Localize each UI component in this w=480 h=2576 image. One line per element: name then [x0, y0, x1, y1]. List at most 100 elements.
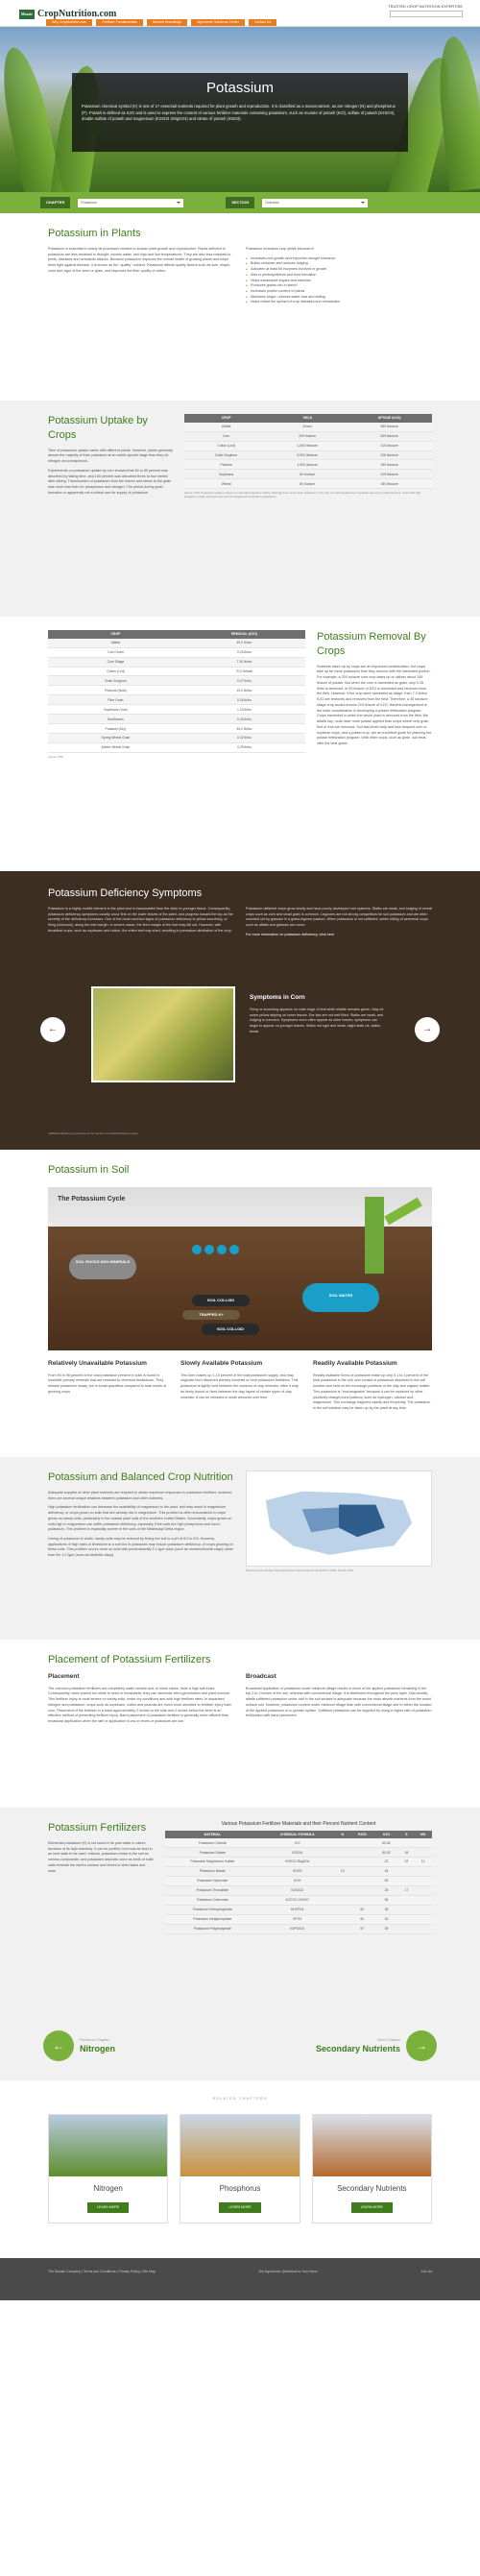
deficiency-caption: Additional deficiency symptoms can be fo…	[48, 1131, 139, 1136]
table-row: Potatoes (Dry) 54.0 lb/ton	[48, 723, 305, 735]
chapter-select[interactable]: Potassium	[78, 198, 184, 207]
nav-item-contact[interactable]: Contact Us	[248, 19, 277, 26]
removal-title: Potassium Removal By Crops	[317, 631, 426, 657]
balanced-text-1: Adequate supplies of other plant nutrien…	[48, 1490, 232, 1500]
us-soil-map	[246, 1470, 432, 1567]
related-card-secondary[interactable]: Secondary Nutrients LEARN MORE	[311, 2114, 432, 2224]
plants-title: Potassium in Plants	[48, 228, 141, 239]
placement-title: Placement of Potassium Fertilizers	[48, 1654, 211, 1665]
column-header: UPTAKE (K2O)	[347, 414, 432, 423]
table-row: Winter Wheat Grain 0.29 lb/bu	[48, 742, 305, 754]
table-row: Corn Grain 0.25 lb/bu	[48, 647, 305, 658]
nav-item-fundamentals[interactable]: Fertilizer Fundamentals	[96, 19, 143, 26]
uptake-table: CROP YIELD UPTAKE (K2O) Alfalfa 8 tons 480 l…	[184, 414, 432, 490]
section-select[interactable]: Overview	[262, 198, 369, 207]
next-chapter-name: Secondary Nutrients	[315, 2043, 400, 2054]
trapped-k-label: TRAPPED K+	[182, 1309, 240, 1320]
nav-item-why[interactable]: Why CropNutrition.com	[46, 19, 93, 26]
section-label: SECTION	[226, 197, 255, 208]
table-row: Grain Sorghum 8,000 lbs/acre 226 lbs/acre	[184, 450, 432, 461]
next-chapter-link[interactable]: Next Chapter Secondary Nutrients →	[316, 2030, 437, 2061]
deficiency-title: Potassium Deficiency Symptoms	[48, 887, 203, 899]
related-card-nitrogen[interactable]: Nitrogen LEARN MORE	[48, 2114, 169, 2224]
slow-title: Slowly Available Potassium	[180, 1359, 263, 1367]
plants-section: Potassium in Plants Potassium is essenti…	[0, 213, 480, 401]
balanced-title: Potassium and Balanced Crop Nutrition	[48, 1471, 233, 1483]
table-row: Potassium Sulfate K2SO4 50-52 18	[165, 1847, 432, 1859]
tagline: TRUSTED CROP NUTRITION EXPERTISE	[388, 4, 463, 9]
deficiency-section: Potassium Deficiency Symptoms Potassium …	[0, 871, 480, 1150]
fertilizers-table-title: Various Potassium Fertilizer Materials a…	[221, 1821, 376, 1827]
site-footer: The Mosaic Company | Terms and Condition…	[0, 2258, 480, 2300]
table-row: Rice Grain 0.26 lb/bu	[48, 694, 305, 706]
table-row: Potassium Nitrate KNO3 13 44	[165, 1866, 432, 1878]
ready-text: Readily available forms of potassium mak…	[313, 1373, 431, 1411]
fertilizers-section: Potassium Fertilizers Elemental potassiu…	[0, 1808, 480, 2011]
plants-list-intro: Potassium increases crop yields because …	[246, 246, 315, 251]
table-row: Soybeans 60 bu/acre 129 lbs/acre	[184, 469, 432, 480]
broadcast-sub: Broadcast	[246, 1672, 276, 1680]
table-row: Cotton (Lint) 1,500 lbs/acre 215 lbs/acre	[184, 441, 432, 451]
nav-item-knowledge[interactable]: Nutrient Knowledge	[146, 19, 188, 26]
footer-join[interactable]: Join Us	[420, 2270, 432, 2289]
learn-more-button[interactable]: LEARN MORE	[87, 2202, 130, 2213]
hero-text: Potassium chemical symbol (K) is one of …	[82, 104, 396, 121]
placement-text: The common potassium fertilizers are com…	[48, 1686, 231, 1724]
table-row: Potassium Polyphosphate K5P3O10 57 39	[165, 1924, 432, 1935]
table-row: Potassium Metaphosphate KPO3 60 40	[165, 1914, 432, 1926]
list-item: Helps retard the spread of crop diseases…	[246, 300, 432, 305]
learn-more-button[interactable]: LEARN MORE	[219, 2202, 261, 2213]
fertilizers-text: Elemental potassium (K) is not found in …	[48, 1840, 154, 1873]
table-row: Sunflowers 0.26 lb/bu	[48, 714, 305, 725]
placement-section: Placement of Potassium Fertilizers Place…	[0, 1640, 480, 1808]
placement-sub: Placement	[48, 1672, 80, 1680]
fertilizers-table: MATERIAL CHEMICAL FORMULA N P2O5 K2O S MG Pota…	[165, 1830, 432, 1935]
cycle-title: The Potassium Cycle	[58, 1195, 126, 1203]
ready-title: Readily Available Potassium	[313, 1359, 397, 1367]
table-row: Potassium Hydroxide KOH 83	[165, 1876, 432, 1887]
slow-text: This form makes up 1-10 percent of the t…	[180, 1373, 299, 1399]
column-header: CROP	[48, 630, 183, 639]
search-input[interactable]	[390, 11, 463, 17]
balanced-text-3: Liming of potassium in acidic, sandy soi…	[48, 1536, 234, 1558]
plants-text: Potassium is essential in nearly all pro…	[48, 246, 231, 273]
footer-newsletter[interactable]: Get Agronomic Questions to Your Inbox	[259, 2270, 318, 2289]
unavailable-text: From 90 to 98 percent of the total potas…	[48, 1373, 166, 1394]
chapter-pagination: ← Previous Chapter Nitrogen Next Chapter S…	[0, 2011, 480, 2080]
related-card-phosphorus[interactable]: Phosphorus LEARN MORE	[180, 2114, 300, 2224]
soil-colloid-label: SOIL COLLOID	[192, 1294, 250, 1306]
table-row: Potassium Magnesium Sulfate K2SO4·2MgSO4 2…	[165, 1857, 432, 1868]
learn-more-button[interactable]: LEARN MORE	[350, 2202, 393, 2213]
table-row: Potassium Chloride KCl 60-62	[165, 1838, 432, 1849]
table-row: Soybeans Grain 1.20 lb/bu	[48, 704, 305, 716]
uptake-section: Potassium Uptake by Crops Time of potass…	[0, 401, 480, 617]
table-row: Peanuts 4,000 lbs/acre 150 lbs/acre	[184, 459, 432, 471]
deficiency-text-1: Potassium is a highly mobile element in …	[48, 906, 233, 933]
prev-arrow-icon[interactable]: ←	[43, 2030, 74, 2061]
footer-links[interactable]: The Mosaic Company | Terms and Condition…	[48, 2270, 156, 2289]
carousel-prev-icon[interactable]: ←	[40, 1017, 65, 1042]
hero-banner: Potassium Potassium chemical symbol (K) …	[0, 27, 480, 192]
table-row: Cotton (Lint) 70.0 lb/bale	[48, 667, 305, 677]
next-arrow-icon[interactable]: →	[406, 2030, 437, 2061]
balanced-section: Potassium and Balanced Crop Nutrition Ad…	[0, 1457, 480, 1640]
deficiency-link[interactable]: For more information on potassium defici…	[246, 933, 432, 938]
chapter-filter-bar: CHAPTER Potassium SECTION Overview	[0, 192, 480, 213]
soil-colloid-label-2: SOIL COLLOID	[202, 1323, 259, 1335]
prev-chapter-link[interactable]: ← Previous Chapter Nitrogen	[43, 2030, 115, 2061]
prev-chapter-name: Nitrogen	[80, 2043, 115, 2054]
soil-section: Potassium in Soil The Potassium Cycle SO…	[0, 1150, 480, 1457]
removal-text: Nutrients taken up by crops are an impor…	[317, 664, 432, 745]
map-caption: Percent of soil samples that tested belo…	[246, 1568, 353, 1572]
nav-item-solutions[interactable]: Agronomic Solutions Center	[191, 19, 245, 26]
related-title: RELATED CHAPTERS	[212, 2096, 268, 2101]
carousel-next-icon[interactable]: →	[415, 1017, 440, 1042]
corn-deficiency-image	[91, 986, 235, 1082]
corn-symptoms-title: Symptoms in Corn	[250, 994, 305, 1001]
table-row: Potassium Orthophosphate KH2PO4 52 35	[165, 1905, 432, 1916]
main-nav: Why CropNutrition.com Fertilizer Fundame…	[46, 19, 277, 26]
table-row: Potassium Thiosulfate K2S2O3 25 17	[165, 1885, 432, 1897]
unavailable-title: Relatively Unavailable Potassium	[48, 1359, 147, 1367]
table-row: Corn 200 bu/acre 269 lbs/acre	[184, 431, 432, 442]
uptake-title: Potassium Uptake by Crops	[48, 415, 148, 441]
